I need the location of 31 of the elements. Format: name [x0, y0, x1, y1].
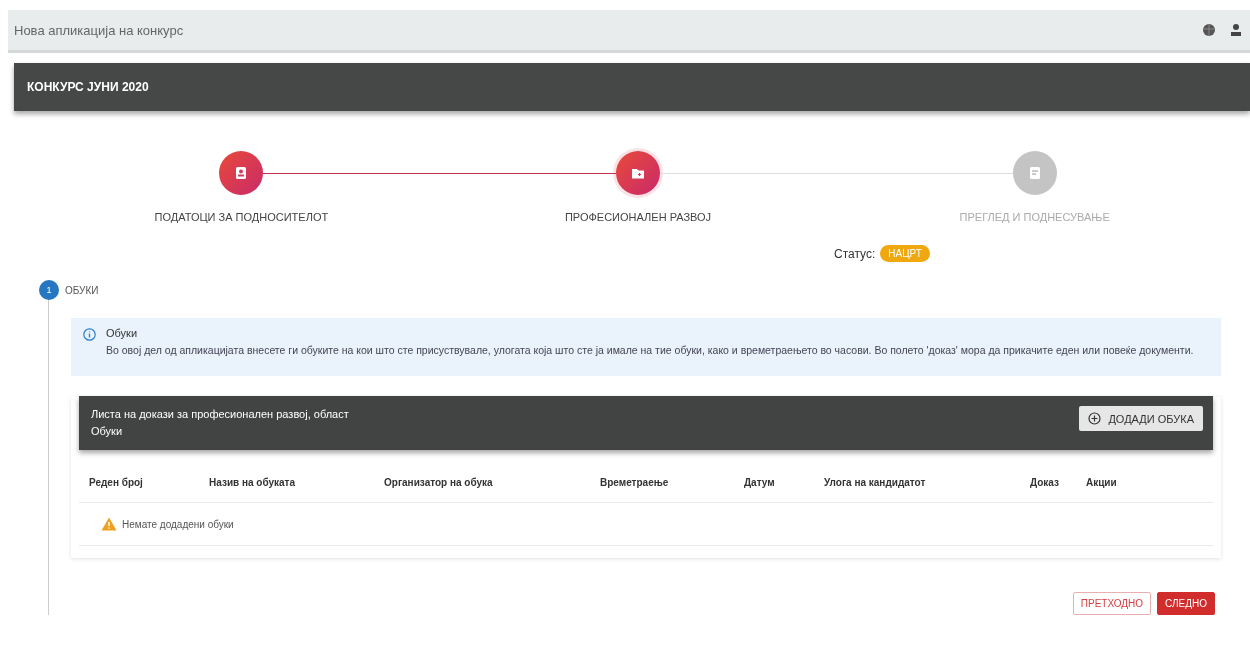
step-circle[interactable]	[219, 151, 264, 195]
step-label[interactable]: ПРОФЕСИОНАЛЕН РАЗВОЈ	[564, 211, 712, 223]
table-title: Листа на докази за професионален развој, област	[91, 407, 349, 422]
next-button[interactable]: СЛЕДНО	[1157, 592, 1215, 615]
info-title: Обуки	[106, 327, 139, 339]
column-header: Реден број	[89, 477, 144, 488]
column-header: Улога на кандидатот	[824, 477, 927, 488]
app-title: Нова апликација на конкурс	[14, 22, 184, 38]
status-badge: НАЦРТ	[880, 245, 930, 262]
add-button[interactable]: ДОДАДИ ОБУКА	[1079, 406, 1203, 431]
warning-icon	[101, 517, 117, 531]
section-title: ОБУКИ	[65, 284, 99, 296]
user-icon[interactable]	[1230, 23, 1242, 37]
status-label: Статус:	[834, 246, 876, 261]
info-text: Во овој дел од апликацијата внесете ги обуките на кои што сте присуствувале, улогата која што сте ја имале на тие обуки, како и времетраењето во часови. Во полето 'доказ' мора да прикачите еден или повеќе документи.	[106, 343, 1194, 358]
column-header: Акции	[1086, 477, 1117, 488]
step-number: 1	[39, 280, 59, 300]
column-header: Организатор на обука	[384, 477, 494, 488]
column-header: Назив на обуката	[209, 477, 297, 488]
column-header: Времетраење	[600, 477, 670, 488]
plus-circle-icon	[1088, 412, 1102, 425]
step-label[interactable]: ПОДАТОЦИ ЗА ПОДНОСИТЕЛОТ	[154, 211, 329, 223]
column-header: Доказ	[1030, 477, 1060, 488]
contest-title: КОНКУРС ЈУНИ 2020	[27, 80, 149, 94]
previous-button[interactable]: ПРЕТХОДНО	[1072, 592, 1152, 615]
empty-message: Немате додадени обуки	[122, 518, 234, 530]
info-icon	[83, 328, 96, 341]
table-subtitle: Обуки	[91, 424, 124, 439]
column-header: Датум	[744, 477, 776, 488]
step-circle[interactable]	[616, 151, 660, 195]
globe-icon[interactable]	[1202, 23, 1216, 37]
